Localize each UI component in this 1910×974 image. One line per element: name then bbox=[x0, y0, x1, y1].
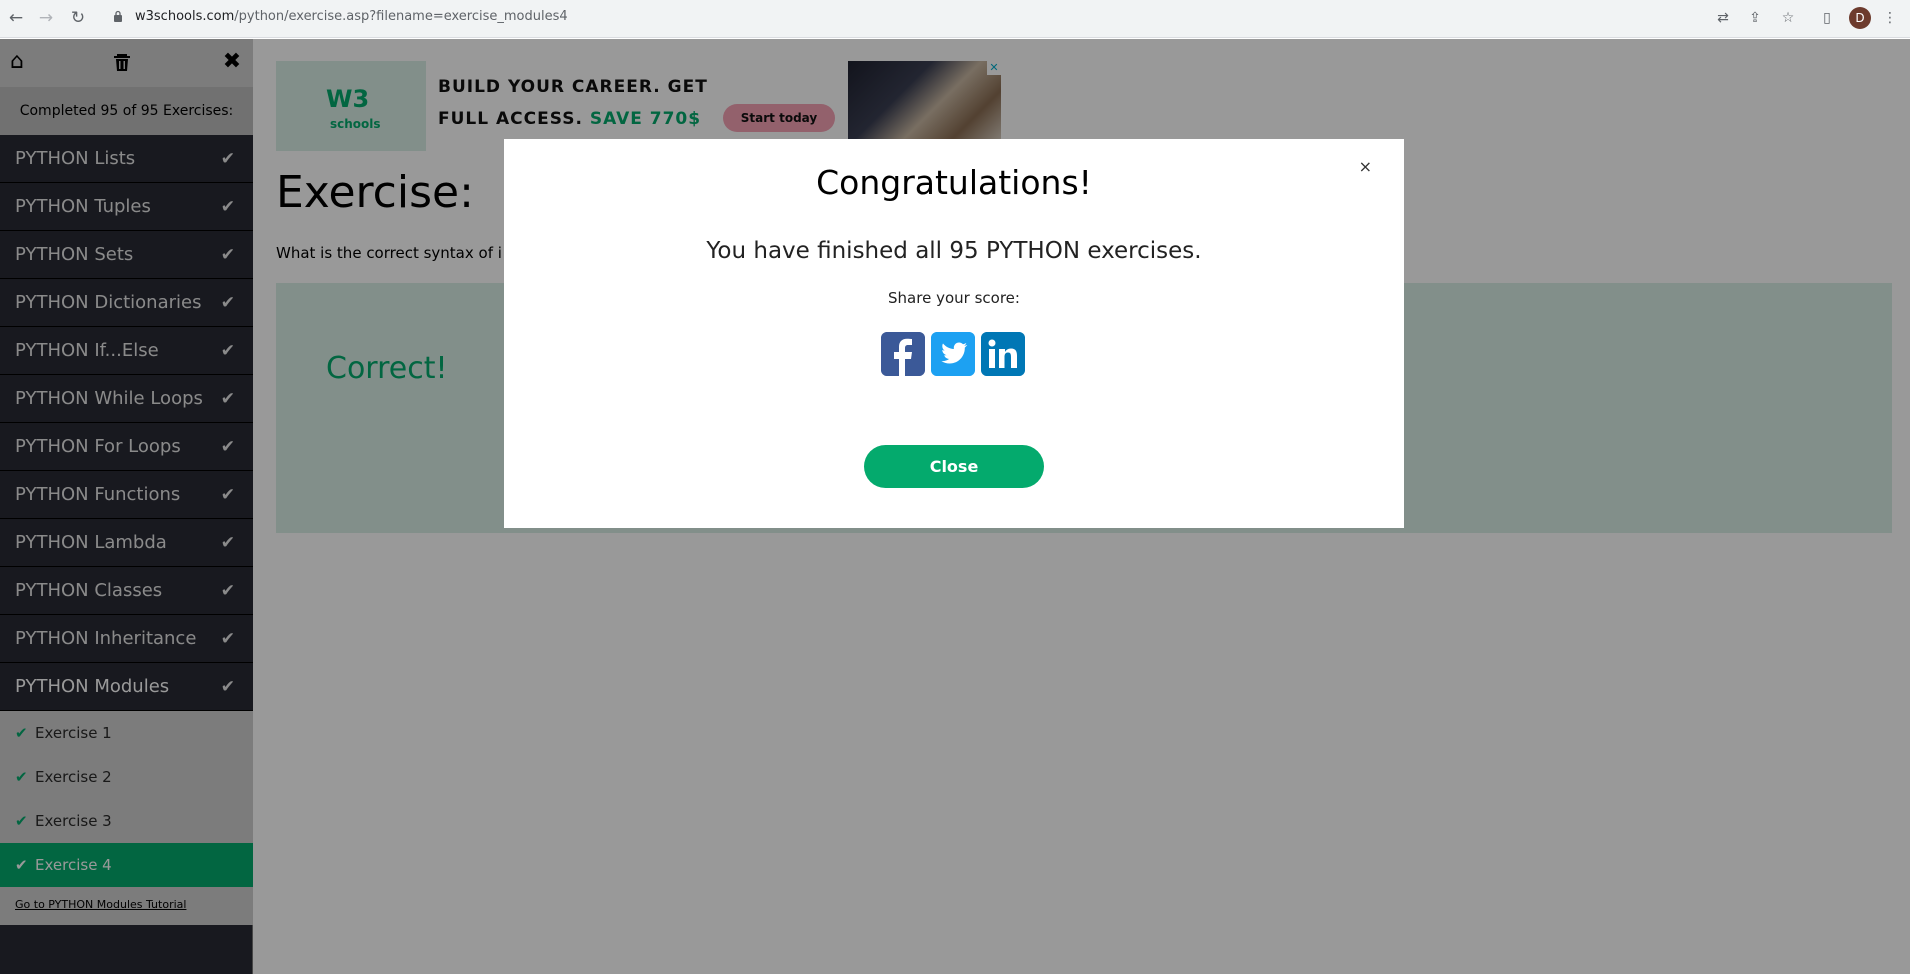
modal-title: Congratulations! bbox=[816, 163, 1092, 202]
share-label: Share your score: bbox=[888, 289, 1020, 307]
share-icon[interactable]: ⇪ bbox=[1745, 8, 1765, 28]
close-button[interactable]: Close bbox=[864, 445, 1044, 488]
twitter-icon[interactable] bbox=[931, 332, 975, 376]
browser-toolbar: ← → ↻ w3schools.com/python/exercise.asp?… bbox=[0, 0, 1910, 38]
modal-message: You have finished all 95 PYTHON exercise… bbox=[706, 238, 1202, 264]
linkedin-icon[interactable] bbox=[981, 332, 1025, 376]
forward-icon[interactable]: → bbox=[34, 6, 58, 30]
url-text[interactable]: w3schools.com/python/exercise.asp?filena… bbox=[135, 9, 568, 24]
bookmark-star-icon[interactable]: ☆ bbox=[1778, 8, 1798, 28]
reload-icon[interactable]: ↻ bbox=[66, 6, 90, 30]
lock-icon bbox=[114, 10, 122, 22]
back-icon[interactable]: ← bbox=[4, 6, 28, 30]
facebook-icon[interactable] bbox=[881, 332, 925, 376]
translate-icon[interactable]: ⇄ bbox=[1713, 8, 1733, 28]
side-panel-icon[interactable]: ▯ bbox=[1817, 8, 1837, 28]
profile-avatar[interactable]: D bbox=[1849, 7, 1871, 29]
menu-kebab-icon[interactable]: ⋮ bbox=[1880, 8, 1900, 28]
congratulations-modal: × Congratulations! You have finished all… bbox=[504, 139, 1404, 528]
share-buttons bbox=[881, 332, 1027, 376]
